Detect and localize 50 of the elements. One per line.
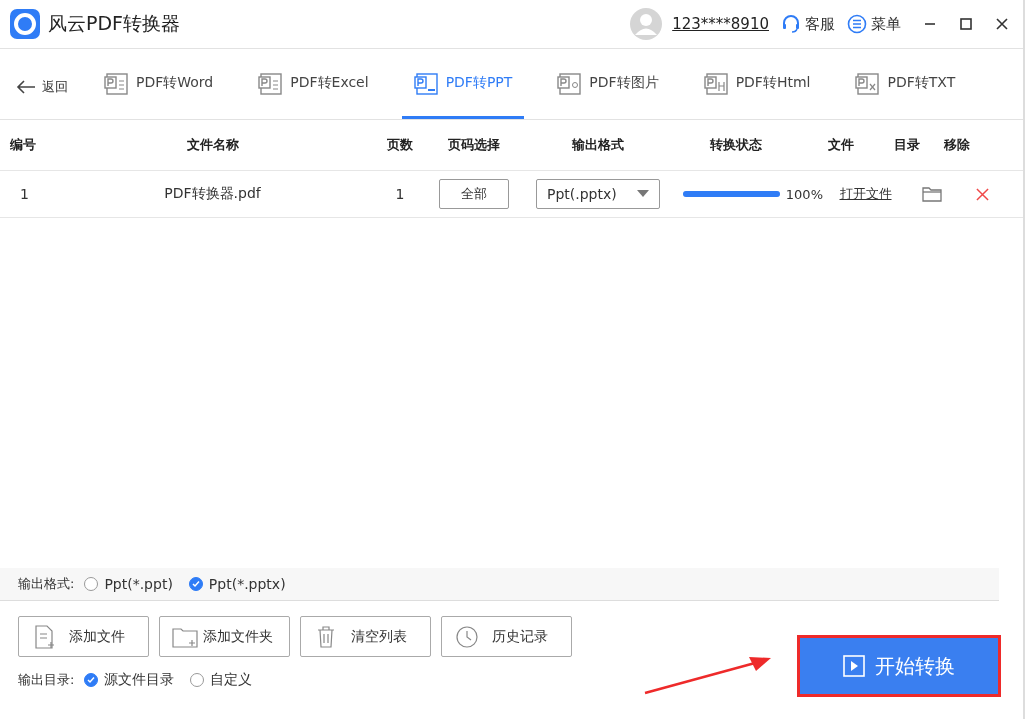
maximize-icon[interactable] — [959, 17, 973, 31]
folder-icon[interactable] — [922, 186, 942, 202]
page-range-button[interactable]: 全部 — [439, 179, 509, 209]
file-name-cell-text: PDF转换器.pdf — [163, 185, 262, 203]
tab[interactable]: PDF转Html — [691, 49, 823, 119]
table-cell-text: 1 — [19, 186, 30, 202]
headset-icon — [781, 14, 801, 34]
tab[interactable]: PDF转Word — [92, 49, 226, 119]
back-button[interactable]: 返回 — [16, 54, 68, 119]
format-radio[interactable]: Ppt(*.ppt) — [84, 576, 173, 592]
column-header: 文件 — [826, 136, 855, 154]
progress-reading: 100% — [785, 186, 823, 202]
customer-service-button[interactable]: 客服 — [781, 14, 835, 34]
column-header: 编号 — [9, 136, 37, 154]
tab[interactable]: PDF转Excel — [246, 49, 381, 119]
tab[interactable]: PDF转TXT — [843, 49, 968, 119]
window-title: 风云PDF转换器 — [48, 11, 181, 36]
start-convert-button[interactable]: 开始转换 — [797, 635, 1001, 697]
menu-button[interactable]: 菜单 — [847, 14, 901, 34]
directory-radio[interactable]: 自定义 — [190, 671, 253, 689]
table-cell-text: 1 — [394, 186, 406, 202]
column-header: 目录 — [893, 136, 921, 154]
directory-radio[interactable]: 源文件目录 — [84, 671, 175, 689]
action-button[interactable]: 清空列表 — [300, 616, 431, 657]
action-button[interactable]: 添加文件 — [18, 616, 149, 657]
menu-icon — [847, 14, 867, 34]
back-arrow-icon — [16, 78, 36, 95]
play-icon — [843, 655, 865, 677]
column-header: 文件名称 — [185, 136, 240, 154]
action-button[interactable]: 历史记录 — [441, 616, 572, 657]
format-dropdown[interactable]: Ppt(.pptx) — [536, 179, 660, 209]
output-format-label: 输出格式: — [18, 575, 75, 593]
tab[interactable]: PDF转PPT — [401, 49, 525, 119]
column-header: 移除 — [943, 136, 971, 154]
tab[interactable]: PDF转图片 — [545, 49, 671, 119]
clock-icon — [454, 623, 480, 650]
output-directory-label: 输出目录: — [18, 671, 75, 689]
column-header: 转换状态 — [708, 136, 763, 154]
user-account-link[interactable]: 123****8910 — [672, 15, 769, 33]
avatar-icon — [630, 8, 663, 40]
column-header: 页数 — [386, 136, 414, 154]
column-header: 页码选择 — [447, 136, 501, 154]
app-logo-icon — [10, 9, 40, 39]
remove-icon[interactable] — [975, 187, 989, 201]
format-radio[interactable]: Ppt(*.pptx) — [188, 576, 286, 592]
close-icon[interactable] — [995, 17, 1009, 31]
column-header: 输出格式 — [571, 136, 625, 154]
caret-icon — [637, 190, 649, 198]
open-file-link[interactable]: 打开文件 — [839, 185, 892, 203]
action-button[interactable]: 添加文件夹 — [159, 616, 290, 657]
